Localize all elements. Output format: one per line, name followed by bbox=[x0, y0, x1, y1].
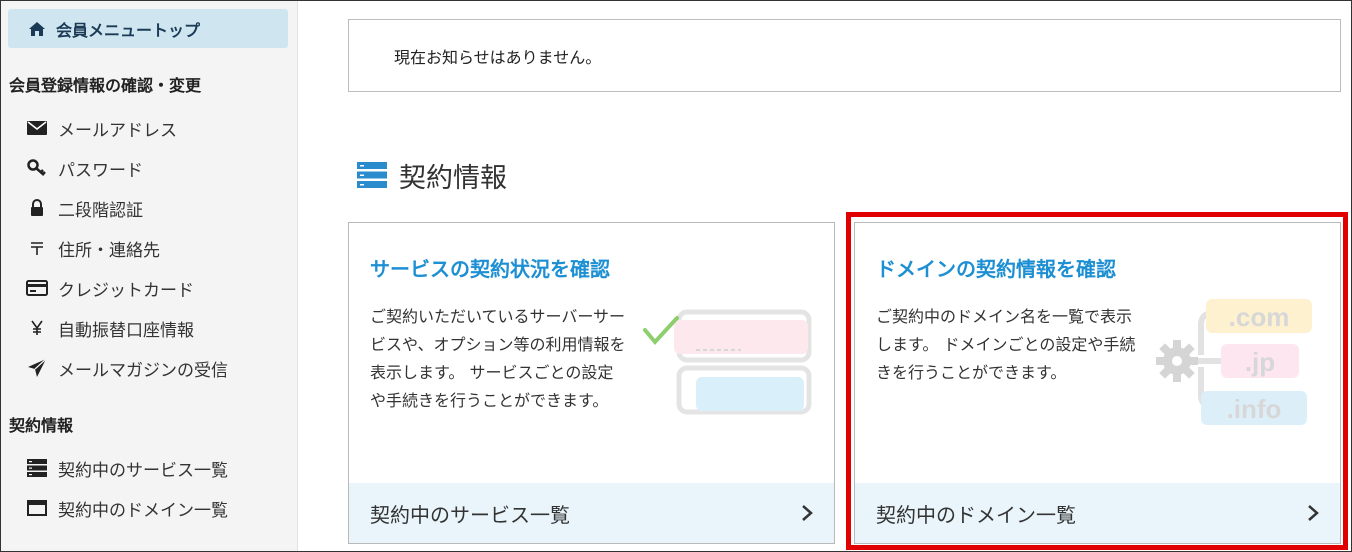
card-footer-link[interactable]: 契約中のサービス一覧 bbox=[349, 483, 834, 543]
gear-icon bbox=[1156, 340, 1198, 382]
sidebar-item-label: 会員メニュートップ bbox=[56, 20, 201, 40]
sidebar-item-two-factor[interactable]: 二段階認証 bbox=[26, 195, 143, 221]
sidebar-item-member-top[interactable]: 会員メニュートップ bbox=[8, 9, 288, 48]
service-contract-card[interactable]: サービスの契約状況を確認 ご契約いただいているサーバーサービスや、オプション等の… bbox=[348, 222, 835, 544]
sidebar-item-label: パスワード bbox=[58, 160, 143, 181]
notice-box: 現在お知らせはありません。 bbox=[348, 19, 1341, 92]
paper-plane-icon bbox=[26, 357, 48, 379]
sidebar-item-password[interactable]: パスワード bbox=[26, 155, 143, 181]
tld-label: .com bbox=[1229, 302, 1290, 332]
window-icon bbox=[26, 497, 48, 519]
card-title: ドメインの契約情報を確認 bbox=[876, 257, 1116, 281]
sidebar-item-label: 住所・連絡先 bbox=[58, 240, 160, 261]
card-title: サービスの契約状況を確認 bbox=[370, 257, 610, 281]
server-icon bbox=[26, 457, 48, 479]
sidebar-item-label: メールマガジンの受信 bbox=[58, 360, 228, 381]
notice-text: 現在お知らせはありません。 bbox=[394, 47, 602, 67]
card-footer-link[interactable]: 契約中のドメイン一覧 bbox=[855, 483, 1340, 543]
sidebar-item-email[interactable]: メールアドレス bbox=[26, 115, 177, 141]
sidebar-item-label: 契約中のサービス一覧 bbox=[58, 460, 228, 481]
sidebar-item-credit-card[interactable]: クレジットカード bbox=[26, 275, 194, 301]
yen-icon bbox=[26, 317, 48, 339]
sidebar-item-label: 契約中のドメイン一覧 bbox=[58, 500, 228, 521]
domain-contract-card[interactable]: ドメインの契約情報を確認 ご契約中のドメイン名を一覧で表示します。 ドメインごと… bbox=[854, 222, 1341, 544]
sidebar-section-heading: 会員登録情報の確認・変更 bbox=[9, 76, 202, 95]
card-description: ご契約いただいているサーバーサービスや、オプション等の利用情報を表示します。 サ… bbox=[370, 307, 626, 410]
postal-mark-icon bbox=[26, 237, 48, 259]
sidebar-item-address[interactable]: 住所・連絡先 bbox=[26, 235, 160, 261]
sidebar-item-domain-list[interactable]: 契約中のドメイン一覧 bbox=[26, 495, 228, 521]
sidebar: 会員メニュートップ 会員登録情報の確認・変更 メールアドレス パスワード 二段階… bbox=[0, 0, 298, 552]
sidebar-item-label: クレジットカード bbox=[58, 280, 194, 301]
sidebar-item-label: 二段階認証 bbox=[58, 200, 143, 221]
card-footer-label: 契約中のサービス一覧 bbox=[370, 502, 570, 527]
section-heading: 契約情報 bbox=[357, 155, 507, 195]
sidebar-section-heading: 契約情報 bbox=[9, 416, 74, 435]
envelope-icon bbox=[26, 117, 48, 139]
card-description: ご契約中のドメイン名を一覧で表示します。 ドメインごとの設定や手続きを行うことが… bbox=[876, 307, 1136, 382]
chevron-right-icon bbox=[802, 505, 813, 521]
sidebar-item-label: 自動振替口座情報 bbox=[58, 320, 194, 341]
sidebar-item-service-list[interactable]: 契約中のサービス一覧 bbox=[26, 455, 228, 481]
sidebar-item-label: メールアドレス bbox=[58, 120, 177, 141]
lock-icon bbox=[26, 197, 48, 219]
section-heading-text: 契約情報 bbox=[399, 162, 507, 194]
domain-illustration: .com .jp .info bbox=[1156, 299, 1312, 425]
service-list-illustration bbox=[643, 309, 812, 415]
sidebar-item-newsletter[interactable]: メールマガジンの受信 bbox=[26, 355, 228, 381]
card-footer-label: 契約中のドメイン一覧 bbox=[876, 502, 1076, 527]
sidebar-item-bank-account[interactable]: 自動振替口座情報 bbox=[26, 315, 194, 341]
server-icon bbox=[357, 162, 387, 188]
tld-label: .info bbox=[1227, 394, 1282, 424]
home-icon bbox=[29, 21, 45, 36]
key-icon bbox=[26, 157, 48, 179]
credit-card-icon bbox=[26, 277, 48, 299]
chevron-right-icon bbox=[1308, 505, 1319, 521]
tld-label: .jp bbox=[1245, 347, 1275, 377]
